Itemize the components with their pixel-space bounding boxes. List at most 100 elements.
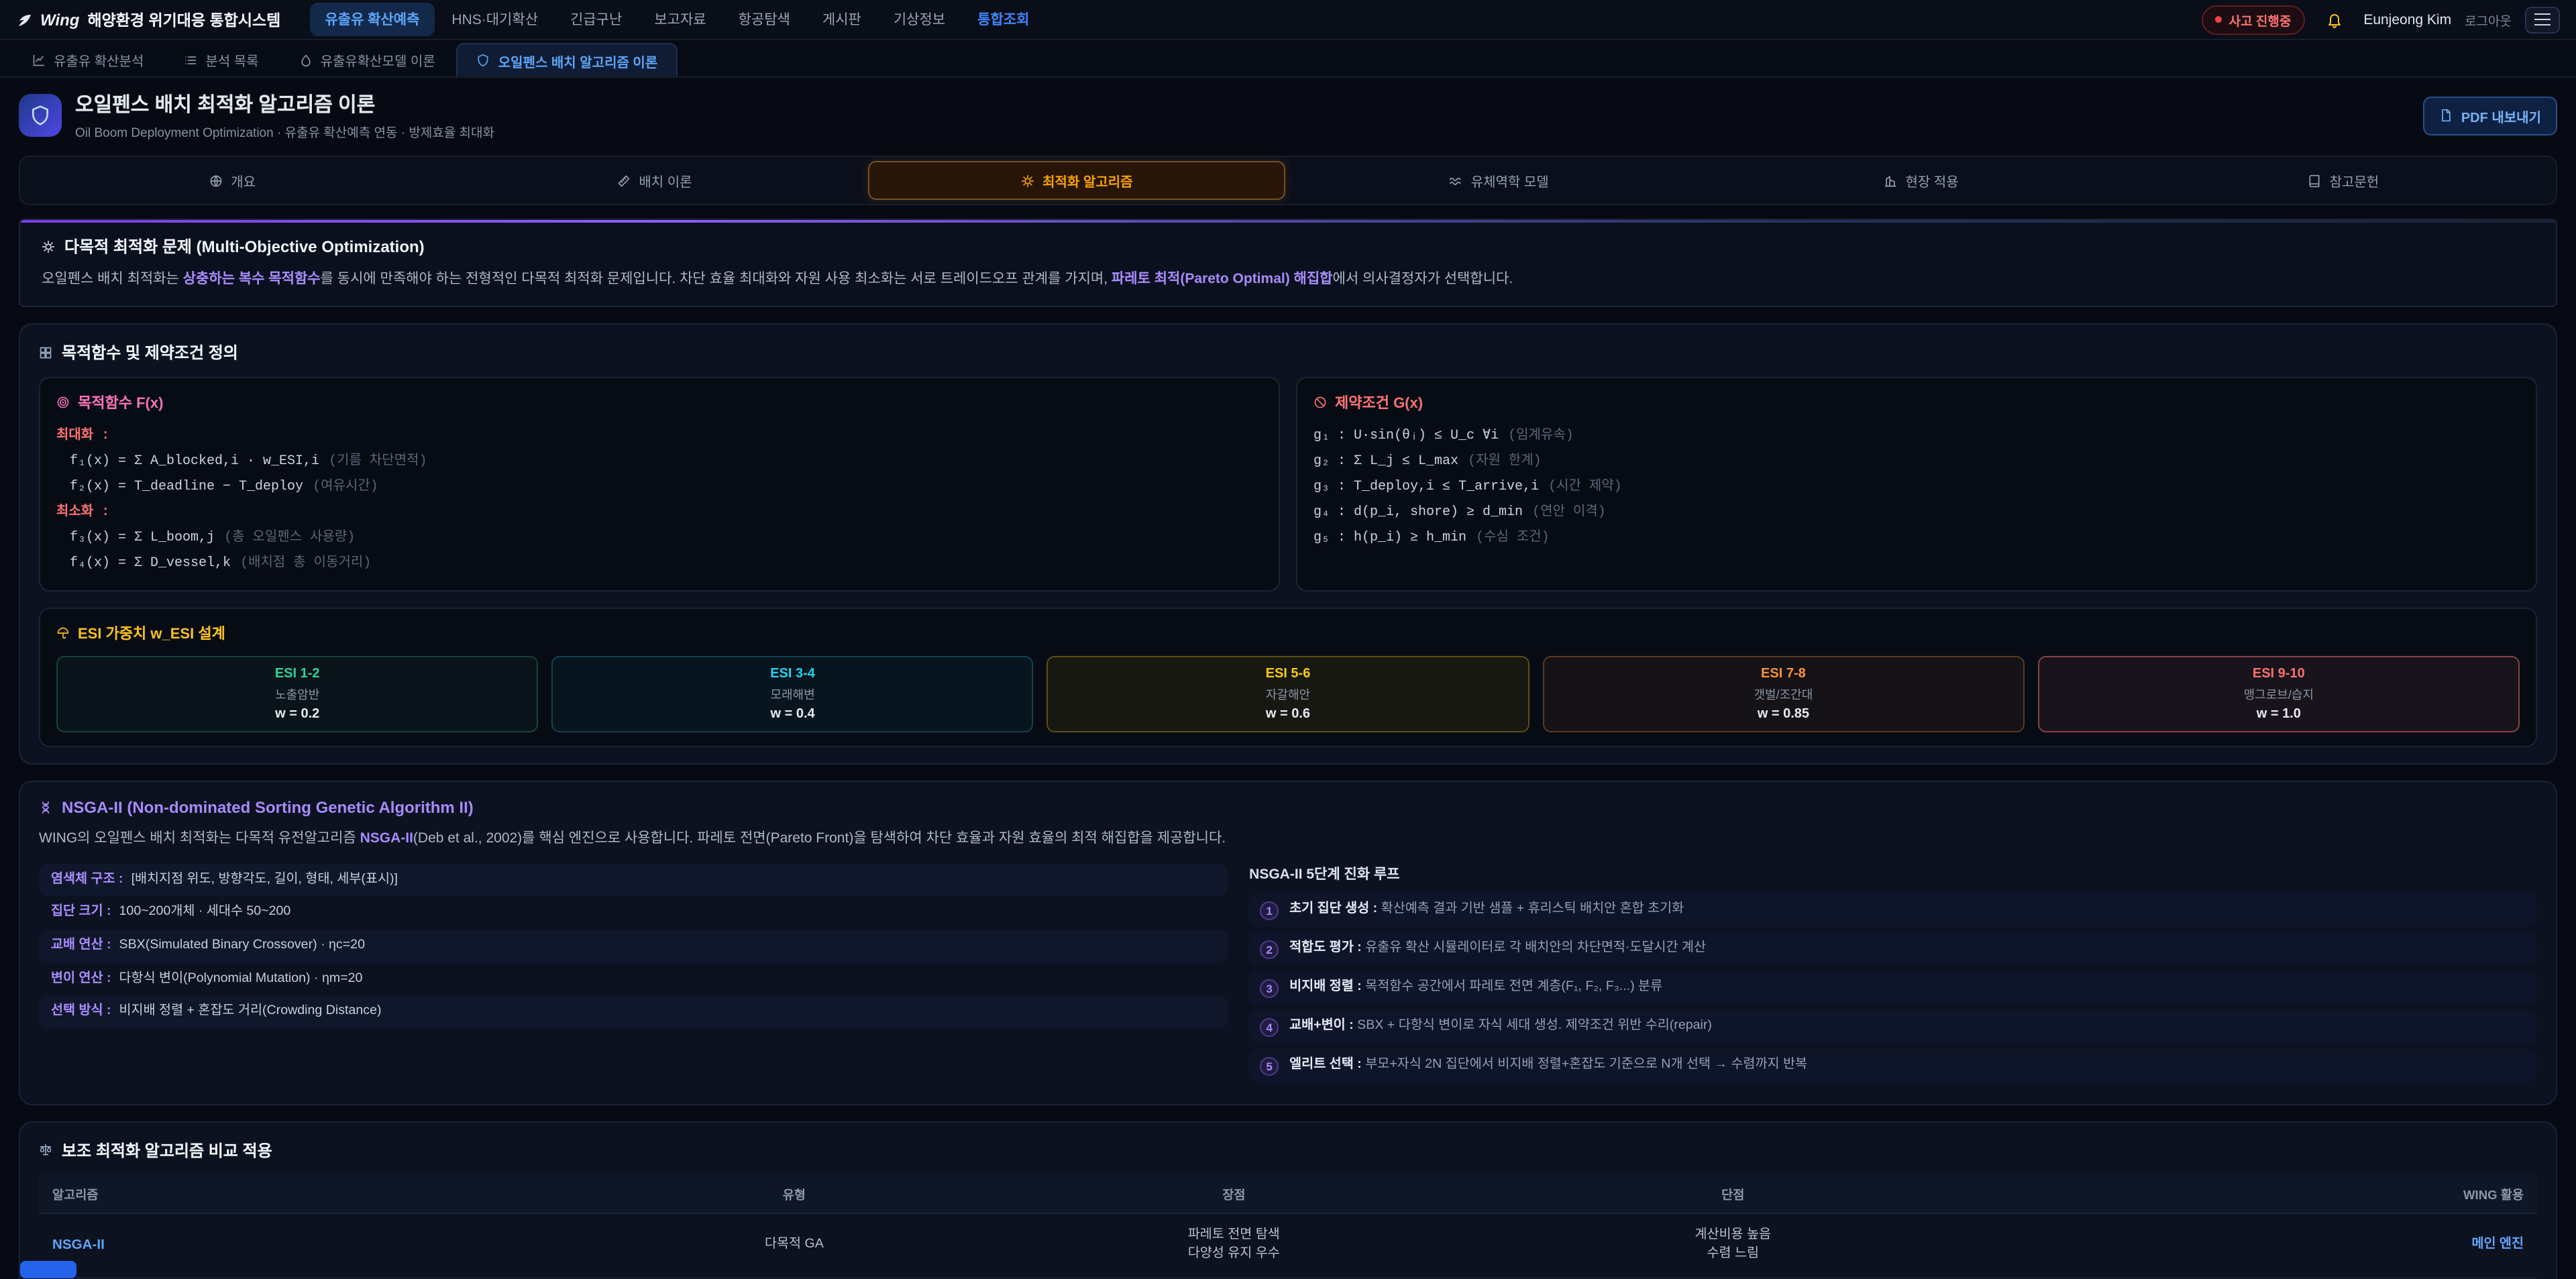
pdf-export-button[interactable]: PDF 내보내기 bbox=[2424, 96, 2557, 135]
param-label: 선택 방식 : bbox=[51, 1003, 111, 1022]
topnav-right: 사고 진행중 Eunjeong Kim 로그아웃 bbox=[2202, 5, 2560, 34]
step-text: 교배+변이 : SBX + 다항식 변이로 자식 세대 생성. 제약조건 위반 … bbox=[1289, 1016, 1712, 1036]
brand[interactable]: Wing 해양환경 위기대응 통합시스템 bbox=[16, 9, 280, 30]
comparison-title-row: 보조 최적화 알고리즘 비교 적용 bbox=[39, 1138, 2537, 1161]
tab-hydrodynamics-model[interactable]: 유체역학 모델 bbox=[1291, 161, 1707, 200]
step-text: 적합도 평가 : 유출유 확산 시뮬레이터로 각 배치안의 차단면적·도달시간 … bbox=[1289, 938, 1706, 958]
tab-label: 최적화 알고리즘 bbox=[1042, 170, 1132, 190]
constraints-panel-title: 제약조건 G(x) bbox=[1335, 392, 1423, 414]
algorithm-wing-usage: 메인 엔진 bbox=[1978, 1213, 2537, 1278]
step-number: 3 bbox=[1260, 979, 1279, 997]
incident-badge-label: 사고 진행중 bbox=[2229, 10, 2292, 29]
formula-comment: (배치점 총 이동거리) bbox=[240, 557, 371, 572]
nsga2-title: NSGA-II (Non-dominated Sorting Genetic A… bbox=[62, 799, 474, 818]
step-label: 비지배 정렬 : bbox=[1289, 979, 1362, 993]
list-icon bbox=[184, 53, 197, 66]
intro-banner: 다목적 최적화 문제 (Multi-Objective Optimization… bbox=[19, 219, 2557, 308]
formula: f₂(x) = T_deadline − T_deploy bbox=[70, 481, 303, 496]
formula-line: f₁(x) = Σ A_blocked,i · w_ESI,i(기름 차단면적) bbox=[56, 450, 1263, 476]
formula-comment: (임계유속) bbox=[1508, 430, 1574, 445]
step-desc: 부모+자식 2N 집단에서 비지배 정렬+혼잡도 기준으로 N개 선택 → 수렴… bbox=[1365, 1056, 1807, 1071]
esi-weight: w = 0.6 bbox=[1054, 708, 1522, 722]
page-header: 오일펜스 배치 최적화 알고리즘 이론 Oil Boom Deployment … bbox=[0, 78, 2576, 150]
tab-label: 참고문헌 bbox=[2330, 170, 2379, 190]
param-value: 비지배 정렬 + 혼잡도 거리(Crowding Distance) bbox=[119, 1003, 382, 1022]
esi-weight: w = 0.85 bbox=[1549, 708, 2017, 722]
tab-label: 유체역학 모델 bbox=[1471, 170, 1549, 190]
loop-step: 2적합도 평가 : 유출유 확산 시뮬레이터로 각 배치안의 차단면적·도달시간… bbox=[1249, 932, 2537, 965]
incident-dot-icon bbox=[2216, 16, 2222, 23]
comparison-title: 보조 최적화 알고리즘 비교 적용 bbox=[62, 1138, 272, 1161]
subtab-label: 유출유확산모델 이론 bbox=[321, 50, 435, 70]
subtab-analysis-list[interactable]: 분석 목록 bbox=[165, 43, 277, 76]
param-value: 다항식 변이(Polynomial Mutation) · ηm=20 bbox=[119, 969, 363, 989]
esi-weight: w = 0.4 bbox=[558, 708, 1026, 722]
esi-grid: ESI 1-2 노출암반 w = 0.2 ESI 3-4 모래해변 w = 0.… bbox=[56, 657, 2520, 733]
col-header-cons: 단점 bbox=[1487, 1174, 1978, 1213]
subtab-label: 오일펜스 배치 알고리즘 이론 bbox=[498, 50, 658, 70]
app-root: Wing 해양환경 위기대응 통합시스템 유출유 확산예측 HNS·대기확산 긴… bbox=[0, 0, 2576, 1279]
step-text: 비지배 정렬 : 목적함수 공간에서 파레토 전면 계층(F₁, F₂, F₃.… bbox=[1289, 977, 1662, 997]
esi-weight-panel: ESI 가중치 w_ESI 설계 ESI 1-2 노출암반 w = 0.2 ES… bbox=[39, 608, 2537, 748]
esi-cell: ESI 5-6 자갈해안 w = 0.6 bbox=[1047, 657, 1529, 733]
param-label: 집단 크기 : bbox=[51, 903, 111, 922]
sub-tab-bar: 유출유 확산분석 분석 목록 유출유확산모델 이론 오일펜스 배치 알고리즘 이… bbox=[0, 40, 2576, 78]
nav-item-emergency-rescue[interactable]: 긴급구난 bbox=[555, 3, 637, 36]
droplet-icon bbox=[299, 53, 313, 66]
nav-item-weather[interactable]: 기상정보 bbox=[879, 3, 960, 36]
step-desc: 확산예측 결과 기반 샘플 + 휴리스틱 배치안 혼합 초기화 bbox=[1381, 901, 1684, 915]
card-title-row: 목적함수 및 제약조건 정의 bbox=[39, 341, 2537, 364]
formula: g₂ : Σ L_j ≤ L_max bbox=[1313, 455, 1458, 470]
algorithm-comparison-card: 보조 최적화 알고리즘 비교 적용 알고리즘 유형 장점 단점 WING 활용 … bbox=[19, 1121, 2557, 1279]
constraint-line: g₃ : T_deploy,i ≤ T_arrive,i (시간 제약) bbox=[1313, 476, 2520, 501]
nsga2-columns: 염색체 구조 :[배치지점 위도, 방향각도, 길이, 형태, 세부(표시)] … bbox=[39, 863, 2537, 1087]
tab-field-application[interactable]: 현장 적용 bbox=[1713, 161, 2129, 200]
formula-comment: (여유시간) bbox=[313, 481, 378, 496]
table-row[interactable]: NSGA-II 다목적 GA 파레토 전면 탐색 다양성 유지 우수 계산비용 … bbox=[39, 1213, 2537, 1278]
step-text: 엘리트 선택 : 부모+자식 2N 집단에서 비지배 정렬+혼잡도 기준으로 N… bbox=[1289, 1055, 1807, 1074]
hamburger-menu-button[interactable] bbox=[2525, 6, 2560, 33]
nsga2-intro-text: WING의 오일펜스 배치 최적화는 다목적 유전알고리즘 bbox=[39, 831, 360, 847]
loop-step: 4 교배+변이 : SBX + 다항식 변이로 자식 세대 생성. 제약조건 위반… bbox=[1249, 1009, 2537, 1043]
formula-panels: 목적함수 F(x) 최대화 : f₁(x) = Σ A_blocked,i · … bbox=[39, 378, 2537, 592]
param-row: 염색체 구조 :[배치지점 위도, 방향각도, 길이, 형태, 세부(표시)] bbox=[39, 863, 1228, 896]
top-navigation: Wing 해양환경 위기대응 통합시스템 유출유 확산예측 HNS·대기확산 긴… bbox=[0, 0, 2576, 40]
loop-step: 1초기 집단 생성 : 확산예측 결과 기반 샘플 + 휴리스틱 배치안 혼합 … bbox=[1249, 893, 2537, 926]
formula: g₁ : U·sin(θᵢ) ≤ U_c ∀i bbox=[1313, 430, 1499, 445]
target-icon bbox=[56, 396, 70, 410]
tab-references[interactable]: 참고문헌 bbox=[2135, 161, 2552, 200]
tab-label: 현장 적용 bbox=[1905, 170, 1958, 190]
formula-line: f₄(x) = Σ D_vessel,k (배치점 총 이동거리) bbox=[56, 552, 1263, 577]
brand-name: Wing bbox=[40, 10, 79, 29]
param-row: 선택 방식 : 비지배 정렬 + 혼잡도 거리(Crowding Distance… bbox=[39, 996, 1228, 1029]
formula-comment: (시간 제약) bbox=[1548, 481, 1622, 496]
constraints-panel-header: 제약조건 G(x) bbox=[1313, 392, 2520, 414]
subtab-diffusion-analysis[interactable]: 유출유 확산분석 bbox=[13, 43, 162, 76]
tab-deployment-theory[interactable]: 배치 이론 bbox=[446, 161, 863, 200]
formula: g₃ : T_deploy,i ≤ T_arrive,i bbox=[1313, 481, 1539, 496]
incident-status-badge[interactable]: 사고 진행중 bbox=[2202, 5, 2305, 34]
gear-icon bbox=[1021, 174, 1034, 187]
tab-optimization-algorithm[interactable]: 최적화 알고리즘 bbox=[869, 161, 1285, 200]
nav-item-oil-spill-prediction[interactable]: 유출유 확산예측 bbox=[310, 3, 434, 36]
subtab-boom-algorithm-theory[interactable]: 오일펜스 배치 알고리즘 이론 bbox=[457, 43, 678, 76]
nav-item-aerial-search[interactable]: 항공탐색 bbox=[724, 3, 805, 36]
notifications-button[interactable] bbox=[2318, 6, 2350, 33]
nav-item-reports[interactable]: 보고자료 bbox=[639, 3, 720, 36]
nav-item-hns-atmospheric[interactable]: HNS·대기확산 bbox=[437, 3, 553, 36]
step-number: 1 bbox=[1260, 901, 1279, 920]
maximize-label: 최대화 : bbox=[56, 425, 1263, 450]
page-title: 오일펜스 배치 최적화 알고리즘 이론 bbox=[75, 90, 494, 118]
logout-button[interactable]: 로그아웃 bbox=[2465, 10, 2512, 29]
formula: f₄(x) = Σ D_vessel,k bbox=[70, 557, 231, 572]
step-desc: 유출유 확산 시뮬레이터로 각 배치안의 차단면적·도달시간 계산 bbox=[1365, 940, 1706, 954]
nav-item-board[interactable]: 게시판 bbox=[808, 3, 876, 36]
step-label: 엘리트 선택 : bbox=[1289, 1056, 1362, 1071]
intro-highlight: 파레토 최적(Pareto Optimal) 해집합 bbox=[1112, 271, 1333, 287]
nav-item-integrated-search[interactable]: 통합조회 bbox=[963, 3, 1044, 36]
step-number: 4 bbox=[1260, 1017, 1279, 1036]
intro-highlight: 상충하는 복수 목적함수 bbox=[183, 271, 321, 287]
tab-overview[interactable]: 개요 bbox=[24, 161, 441, 200]
subtab-diffusion-model-theory[interactable]: 유출유확산모델 이론 bbox=[280, 43, 454, 76]
subtab-label: 분석 목록 bbox=[205, 50, 258, 70]
